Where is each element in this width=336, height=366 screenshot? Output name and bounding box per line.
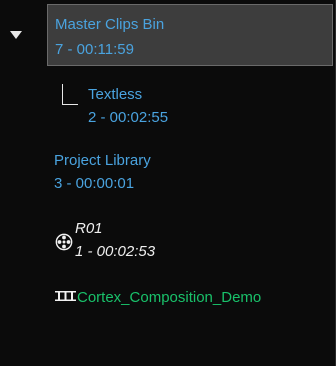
sequence-icon (55, 291, 76, 301)
bin-info: 7 - 00:11:59 (55, 41, 134, 58)
film-reel-icon (55, 233, 73, 251)
reel-name: R01 (75, 220, 103, 237)
bin-tree-panel: Master Clips Bin 7 - 00:11:59 Textless 2… (0, 0, 336, 366)
bin-name: Master Clips Bin (55, 16, 165, 33)
tree-item-cortex-composition[interactable]: Cortex_Composition_Demo (77, 288, 261, 308)
bin-info: 2 - 00:02:55 (88, 109, 169, 126)
tree-item-reel-r01[interactable]: R01 1 - 00:02:53 (75, 219, 155, 262)
collapse-toggle-icon[interactable] (10, 31, 22, 39)
bin-name: Project Library (54, 152, 151, 169)
reel-info: 1 - 00:02:53 (75, 243, 156, 260)
composition-name: Cortex_Composition_Demo (77, 289, 262, 306)
tree-connector-line (62, 84, 78, 105)
tree-item-project-library[interactable]: Project Library 3 - 00:00:01 (54, 151, 151, 194)
bin-name: Textless (88, 86, 143, 103)
bin-info: 3 - 00:00:01 (54, 175, 135, 192)
tree-item-textless[interactable]: Textless 2 - 00:02:55 (88, 85, 168, 128)
tree-item-master-clips-bin[interactable]: Master Clips Bin 7 - 00:11:59 (47, 4, 333, 66)
